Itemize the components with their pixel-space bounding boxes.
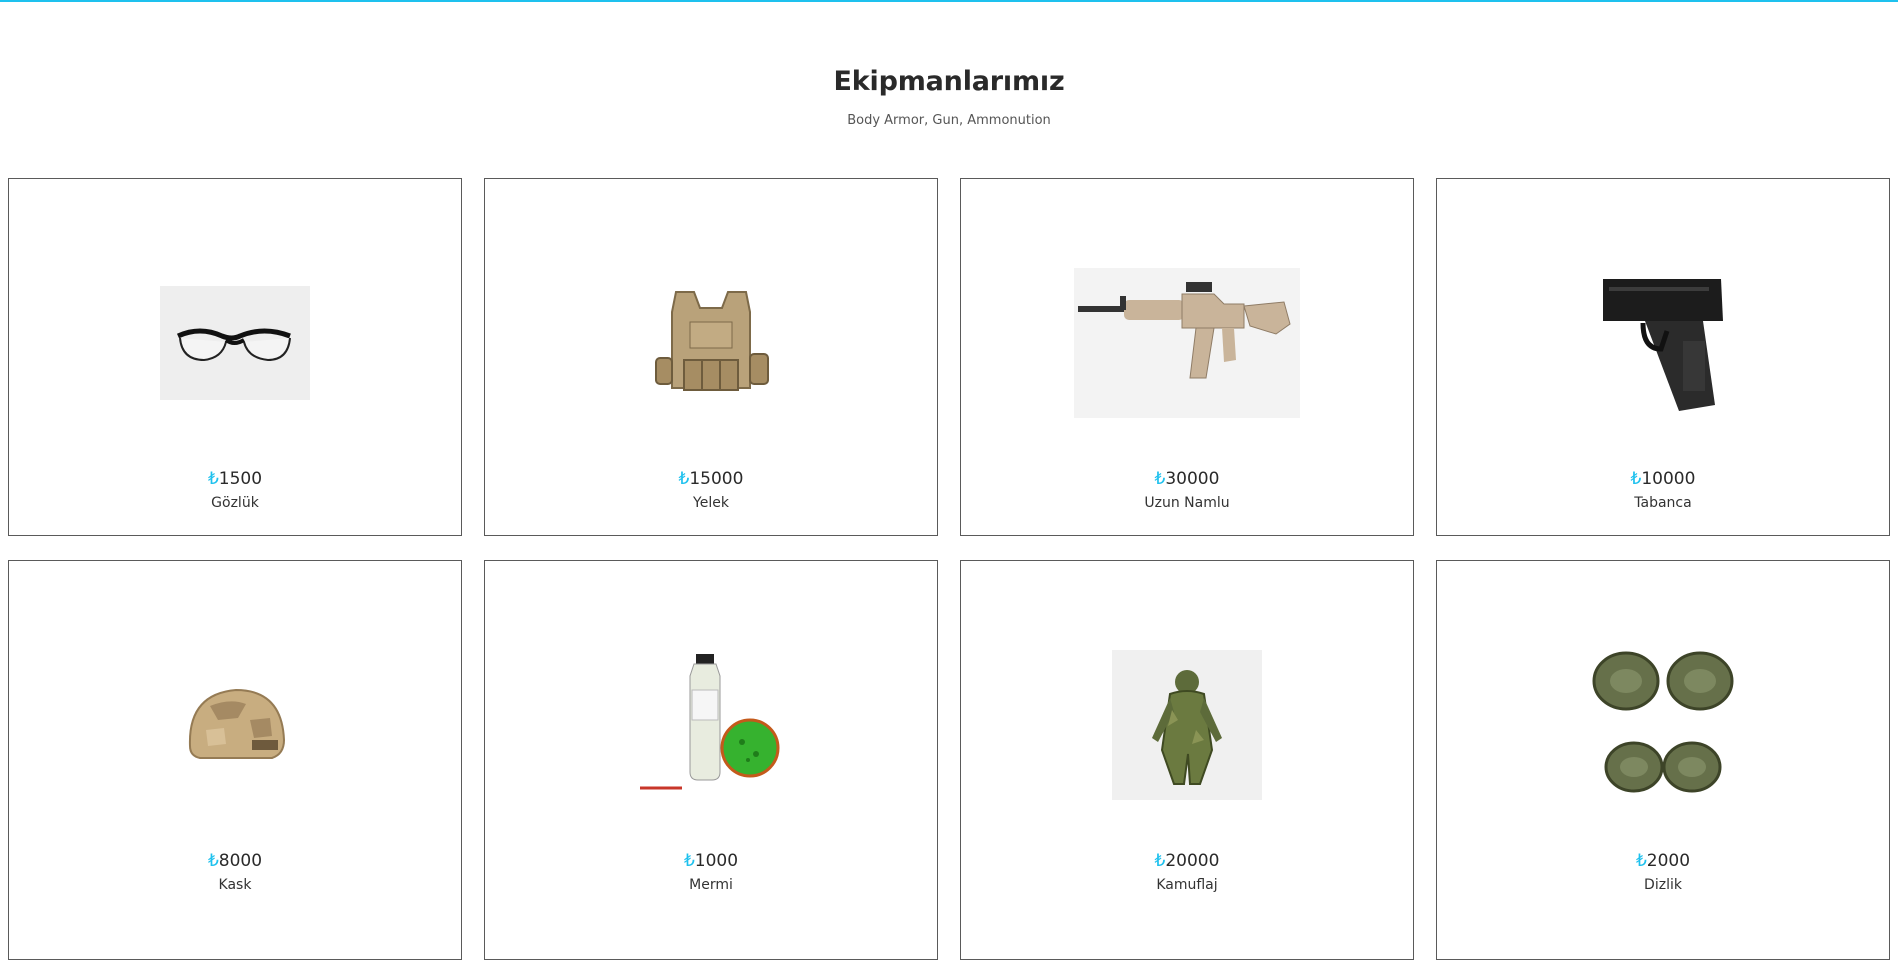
currency-symbol: ₺ bbox=[207, 469, 219, 489]
price-value: 8000 bbox=[218, 851, 263, 871]
product-grid-row-2: ₺8000 Kask ₺1000 Mermi ₺20000 Kamuflaj ₺… bbox=[8, 560, 1891, 960]
section-title: Ekipmanlarımız bbox=[833, 66, 1065, 97]
product-card[interactable]: ₺1500 Gözlük bbox=[8, 178, 462, 536]
product-price: ₺15000 bbox=[485, 469, 937, 489]
price-value: 15000 bbox=[689, 469, 744, 489]
product-name: Kamuflaj bbox=[1156, 877, 1218, 893]
product-card[interactable]: ₺20000 Kamuflaj bbox=[960, 560, 1414, 960]
currency-symbol: ₺ bbox=[1635, 851, 1647, 871]
product-name: Tabanca bbox=[1634, 495, 1692, 511]
currency-symbol: ₺ bbox=[207, 851, 219, 871]
helmet-icon bbox=[122, 647, 348, 803]
ammo-bottle-icon bbox=[598, 647, 824, 803]
product-grid: ₺1500 Gözlük ₺15000 Yelek ₺30000 Uzun Na… bbox=[8, 178, 1891, 536]
section-subtitle: Body Armor, Gun, Ammonution bbox=[847, 113, 1051, 128]
product-price: ₺2000 bbox=[1437, 851, 1889, 871]
currency-symbol: ₺ bbox=[1154, 851, 1166, 871]
tactical-vest-icon bbox=[598, 265, 824, 421]
product-price: ₺20000 bbox=[961, 851, 1413, 871]
product-name: Kask bbox=[218, 877, 252, 893]
product-card[interactable]: ₺30000 Uzun Namlu bbox=[960, 178, 1414, 536]
currency-symbol: ₺ bbox=[1154, 469, 1166, 489]
product-price: ₺8000 bbox=[9, 851, 461, 871]
currency-symbol: ₺ bbox=[1630, 469, 1642, 489]
product-name: Dizlik bbox=[1644, 877, 1682, 893]
ghillie-suit-icon bbox=[1074, 647, 1300, 803]
pistol-icon bbox=[1550, 265, 1776, 421]
top-accent-bar bbox=[0, 0, 1898, 2]
price-value: 1000 bbox=[694, 851, 739, 871]
product-name: Mermi bbox=[689, 877, 733, 893]
price-value: 2000 bbox=[1646, 851, 1691, 871]
product-card[interactable]: ₺1000 Mermi bbox=[484, 560, 938, 960]
product-price: ₺10000 bbox=[1437, 469, 1889, 489]
price-value: 1500 bbox=[218, 469, 263, 489]
product-name: Yelek bbox=[693, 495, 729, 511]
currency-symbol: ₺ bbox=[683, 851, 695, 871]
price-value: 10000 bbox=[1641, 469, 1696, 489]
rifle-icon bbox=[1074, 265, 1300, 421]
product-card[interactable]: ₺10000 Tabanca bbox=[1436, 178, 1890, 536]
price-value: 30000 bbox=[1165, 469, 1220, 489]
product-price: ₺1000 bbox=[485, 851, 937, 871]
product-card[interactable]: ₺2000 Dizlik bbox=[1436, 560, 1890, 960]
product-price: ₺30000 bbox=[961, 469, 1413, 489]
product-name: Uzun Namlu bbox=[1144, 495, 1230, 511]
product-name: Gözlük bbox=[211, 495, 259, 511]
product-price: ₺1500 bbox=[9, 469, 461, 489]
product-card[interactable]: ₺8000 Kask bbox=[8, 560, 462, 960]
knee-pads-icon bbox=[1550, 647, 1776, 803]
safety-glasses-icon bbox=[122, 265, 348, 421]
currency-symbol: ₺ bbox=[678, 469, 690, 489]
product-card[interactable]: ₺15000 Yelek bbox=[484, 178, 938, 536]
price-value: 20000 bbox=[1165, 851, 1220, 871]
